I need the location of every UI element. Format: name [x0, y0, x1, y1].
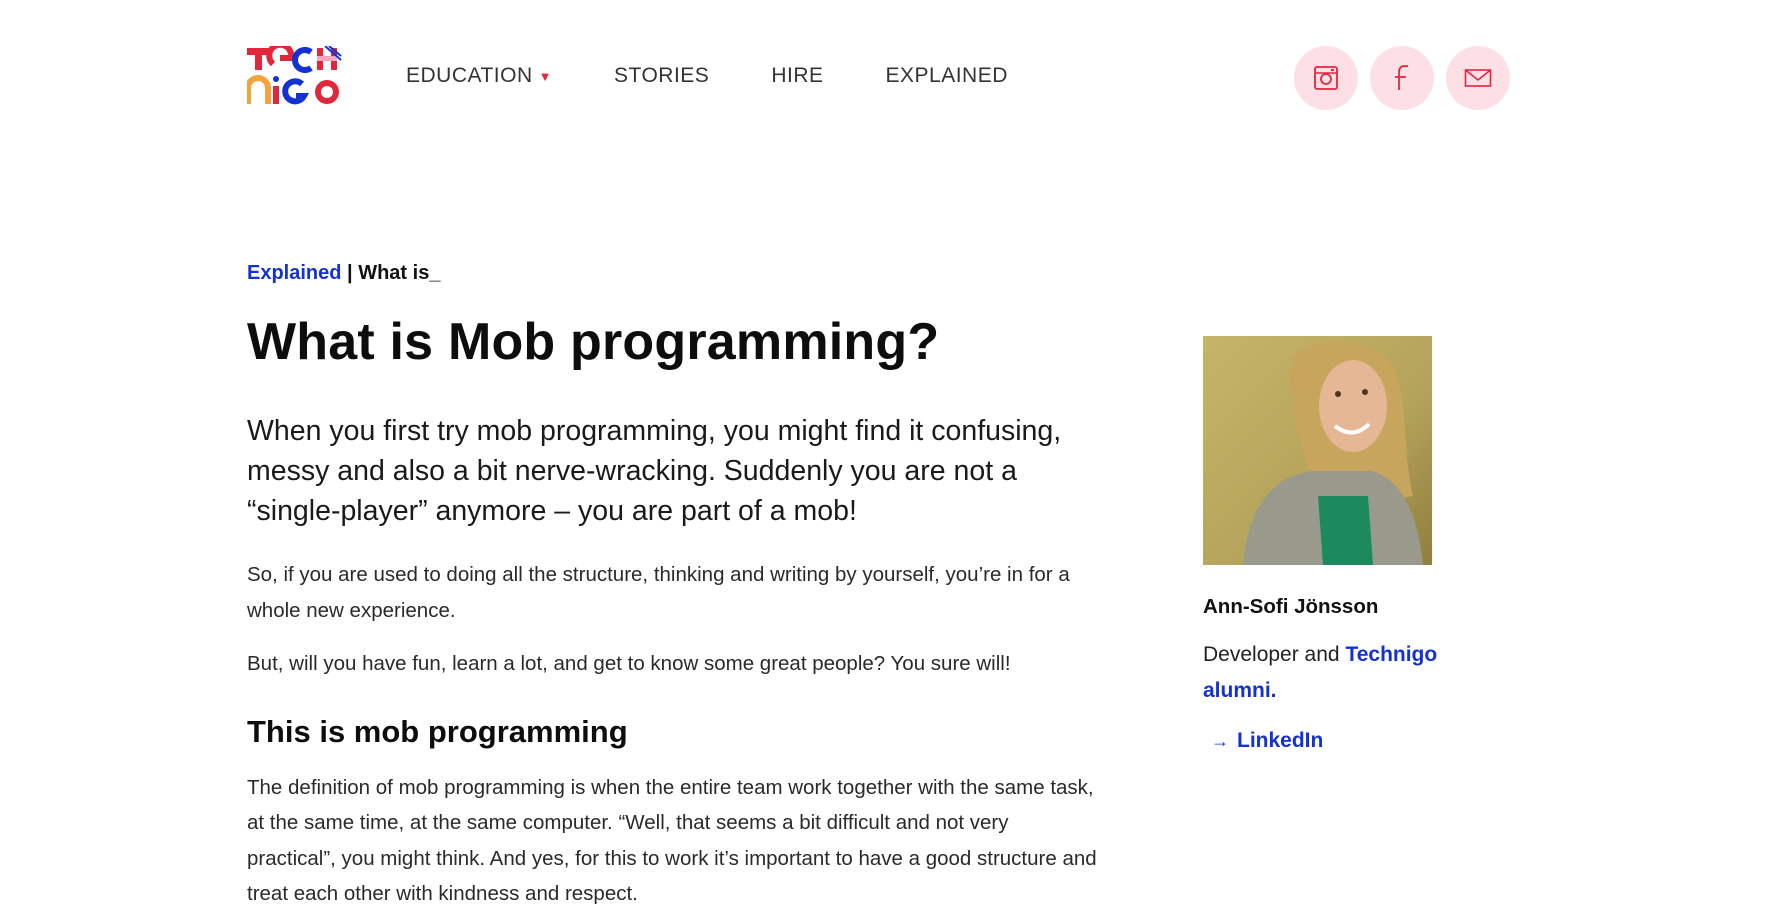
article-lead: When you first try mob programming, you …	[247, 415, 1062, 527]
nav-explained[interactable]: EXPLAINED	[886, 64, 1008, 88]
author-role: Developer and Technigo alumni.	[1203, 637, 1463, 709]
nav-explained-label: EXPLAINED	[885, 64, 1008, 87]
breadcrumb: Explained | What is_	[247, 262, 1097, 285]
main-nav: EDUCATION ▼ STORIES HIRE EXPLAINED	[406, 64, 1070, 88]
breadcrumb-current: What is_	[358, 262, 441, 284]
mail-button[interactable]	[1446, 46, 1510, 110]
article-paragraph: But, will you have fun, learn a lot, and…	[247, 652, 1011, 675]
facebook-icon	[1395, 65, 1408, 90]
chevron-down-icon: ▼	[538, 68, 552, 84]
linkedin-label: LinkedIn	[1237, 729, 1324, 752]
author-card: Ann-Sofi Jönsson Developer and Technigo …	[1203, 336, 1463, 753]
article: Explained | What is_ What is Mob program…	[247, 262, 1097, 912]
arrow-right-icon: →	[1211, 730, 1229, 751]
article-paragraph: The definition of mob programming is whe…	[247, 775, 1097, 906]
breadcrumb-link-explained[interactable]: Explained	[247, 262, 341, 284]
page-title: What is Mob programming?	[247, 313, 940, 371]
nav-hire[interactable]: HIRE	[771, 64, 823, 88]
section-heading: This is mob programming	[247, 713, 628, 749]
author-photo	[1203, 336, 1432, 565]
instagram-button[interactable]	[1294, 46, 1358, 110]
nav-hire-label: HIRE	[771, 64, 824, 87]
linkedin-link[interactable]: → LinkedIn	[1211, 729, 1463, 753]
article-paragraph: So, if you are used to doing all the str…	[247, 563, 1070, 622]
site-header: EDUCATION ▼ STORIES HIRE EXPLAINED	[0, 0, 1788, 150]
breadcrumb-separator: |	[341, 262, 359, 284]
nav-stories[interactable]: STORIES	[614, 64, 709, 88]
nav-stories-label: STORIES	[614, 64, 710, 87]
author-role-prefix: Developer and	[1203, 643, 1346, 666]
mail-icon	[1464, 69, 1492, 87]
nav-education-label: EDUCATION	[406, 64, 533, 87]
instagram-icon	[1314, 66, 1338, 90]
technigo-logo[interactable]	[247, 46, 342, 106]
author-name: Ann-Sofi Jönsson	[1203, 595, 1379, 618]
social-links	[1294, 46, 1522, 110]
nav-education[interactable]: EDUCATION ▼	[406, 64, 552, 88]
facebook-button[interactable]	[1370, 46, 1434, 110]
